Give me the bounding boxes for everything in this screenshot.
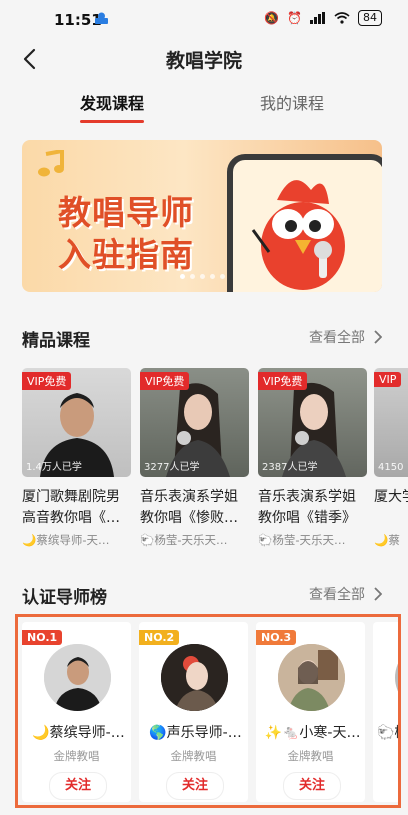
mentor-card[interactable]: NO.3 ✨🐁小寒-天… 金牌教唱 关注 — [256, 622, 365, 802]
pagination-dot[interactable] — [209, 274, 215, 279]
mentor-title-label: 金牌教唱 — [170, 749, 217, 763]
view-all-label: 查看全部 — [309, 330, 365, 346]
course-thumbnail: VIP 4150 — [374, 368, 408, 477]
mentor-card[interactable]: NO.1 🌙蔡缤导师-… 金牌教唱 关注 — [22, 622, 131, 802]
mentor-name: 🌎声乐导师-… — [149, 725, 242, 741]
status-icons: 🔕 ⏰ 84 — [264, 10, 382, 26]
tab-underline — [80, 120, 144, 123]
course-card[interactable]: VIP 4150 厦大学长 🌙蔡 — [374, 368, 408, 548]
pagination-dot[interactable] — [179, 274, 185, 279]
mentor-avatar-image — [278, 644, 345, 711]
mentor-title-label: 金牌教唱 — [287, 749, 334, 763]
rank-badge: NO.3 — [256, 630, 297, 645]
course-name: 音乐表演系学姐教你唱《惨败… — [140, 489, 238, 526]
rank-badge: NO.1 — [22, 630, 63, 645]
featured-courses-header: 精品课程 查看全部 — [22, 326, 382, 351]
featured-view-all-link[interactable]: 查看全部 — [309, 327, 382, 347]
status-bar: 11:51 🔕 ⏰ 84 — [0, 0, 408, 36]
tab-discover-courses[interactable]: 发现课程 — [80, 90, 144, 114]
ranking-view-all-link[interactable]: 查看全部 — [309, 584, 382, 604]
mentor-card[interactable]: 🐑杨 — [373, 622, 398, 802]
avatar[interactable] — [161, 644, 228, 711]
follow-button[interactable]: 关注 — [283, 772, 341, 800]
vip-free-badge: VIP免费 — [258, 372, 308, 390]
tab-bar: 发现课程 我的课程 — [0, 86, 408, 126]
learner-count: 2387人已学 — [262, 462, 318, 473]
course-card[interactable]: VIP免费 1.4万人已学 厦门歌舞剧院男高音教你唱《… 🌙蔡缤导师-天… — [22, 368, 131, 548]
learner-count: 1.4万人已学 — [26, 462, 82, 473]
course-name: 音乐表演系学姐教你唱《错季》 — [258, 489, 356, 526]
wifi-icon — [334, 12, 350, 24]
course-card[interactable]: VIP免费 3277人已学 音乐表演系学姐教你唱《惨败… 🐑杨莹-天乐天… — [140, 368, 249, 548]
avatar[interactable] — [278, 644, 345, 711]
mentor-name: 🌙蔡缤导师-… — [32, 725, 125, 741]
battery-icon: 84 — [358, 10, 382, 26]
follow-button[interactable]: 关注 — [166, 772, 224, 800]
banner-title-line1: 教唱导师 — [58, 193, 194, 232]
mute-icon: 🔕 — [264, 11, 280, 25]
vip-free-badge: VIP — [374, 372, 402, 387]
avatar[interactable] — [395, 644, 398, 711]
pagination-dot[interactable] — [219, 274, 225, 279]
course-card[interactable]: VIP免费 2387人已学 音乐表演系学姐教你唱《错季》 🐑杨莹-天乐天… — [258, 368, 367, 548]
course-name: 厦门歌舞剧院男高音教你唱《… — [22, 489, 120, 526]
mentor-card[interactable]: NO.2 🌎声乐导师-… 金牌教唱 关注 — [139, 622, 248, 802]
page-title: 教唱学院 — [165, 50, 242, 72]
mentor-avatar-image — [44, 644, 111, 711]
chevron-right-icon — [374, 330, 382, 344]
mentor-avatar-image — [161, 644, 228, 711]
course-thumbnail: VIP免费 3277人已学 — [140, 368, 249, 477]
app-notification-icon — [95, 12, 108, 24]
signal-icon — [310, 12, 325, 24]
view-all-label: 查看全部 — [309, 587, 365, 603]
mentor-name: 🐑杨 — [377, 725, 398, 741]
follow-button[interactable]: 关注 — [49, 772, 107, 800]
featured-courses-title: 精品课程 — [22, 331, 90, 351]
course-teacher: 🌙蔡 — [374, 533, 400, 547]
nav-bar: 教唱学院 — [0, 36, 408, 82]
banner-title-line2: 入驻指南 — [58, 235, 194, 274]
red-bird-mascot-illustration — [251, 180, 345, 290]
mentor-name: ✨🐁小寒-天… — [264, 725, 361, 741]
mentor-ranking-list: NO.1 🌙蔡缤导师-… 金牌教唱 关注 NO.2 🌎声乐导师-… 金牌教唱 关… — [15, 614, 401, 808]
promo-banner[interactable]: 教唱导师 入驻指南 — [22, 140, 382, 292]
music-note-icon — [38, 150, 64, 177]
course-thumbnail: VIP免费 2387人已学 — [258, 368, 367, 477]
banner-pagination — [22, 274, 382, 279]
rank-badge: NO.2 — [139, 630, 180, 645]
avatar[interactable] — [44, 644, 111, 711]
course-teacher: 🌙蔡缤导师-天… — [22, 533, 110, 547]
chevron-right-icon — [374, 587, 382, 601]
course-teacher: 🐑杨莹-天乐天… — [258, 533, 346, 547]
course-carousel: VIP免费 1.4万人已学 厦门歌舞剧院男高音教你唱《… 🌙蔡缤导师-天… VI… — [22, 368, 408, 558]
pagination-dot[interactable] — [199, 274, 205, 279]
mentor-title-label: 金牌教唱 — [53, 749, 100, 763]
learner-count: 3277人已学 — [144, 462, 200, 473]
course-teacher: 🐑杨莹-天乐天… — [140, 533, 228, 547]
vip-free-badge: VIP免费 — [140, 372, 190, 390]
mentor-ranking-title: 认证导师榜 — [22, 588, 107, 608]
banner-phone-illustration — [227, 154, 382, 292]
tab-my-courses[interactable]: 我的课程 — [260, 90, 324, 114]
vip-free-badge: VIP免费 — [22, 372, 72, 390]
learner-count: 4150 — [378, 462, 404, 473]
course-thumbnail: VIP免费 1.4万人已学 — [22, 368, 131, 477]
mentor-ranking-header: 认证导师榜 查看全部 — [22, 583, 382, 608]
pagination-dot[interactable] — [189, 274, 195, 279]
alarm-icon: ⏰ — [287, 11, 302, 25]
course-name: 厦大学长 — [374, 489, 408, 505]
